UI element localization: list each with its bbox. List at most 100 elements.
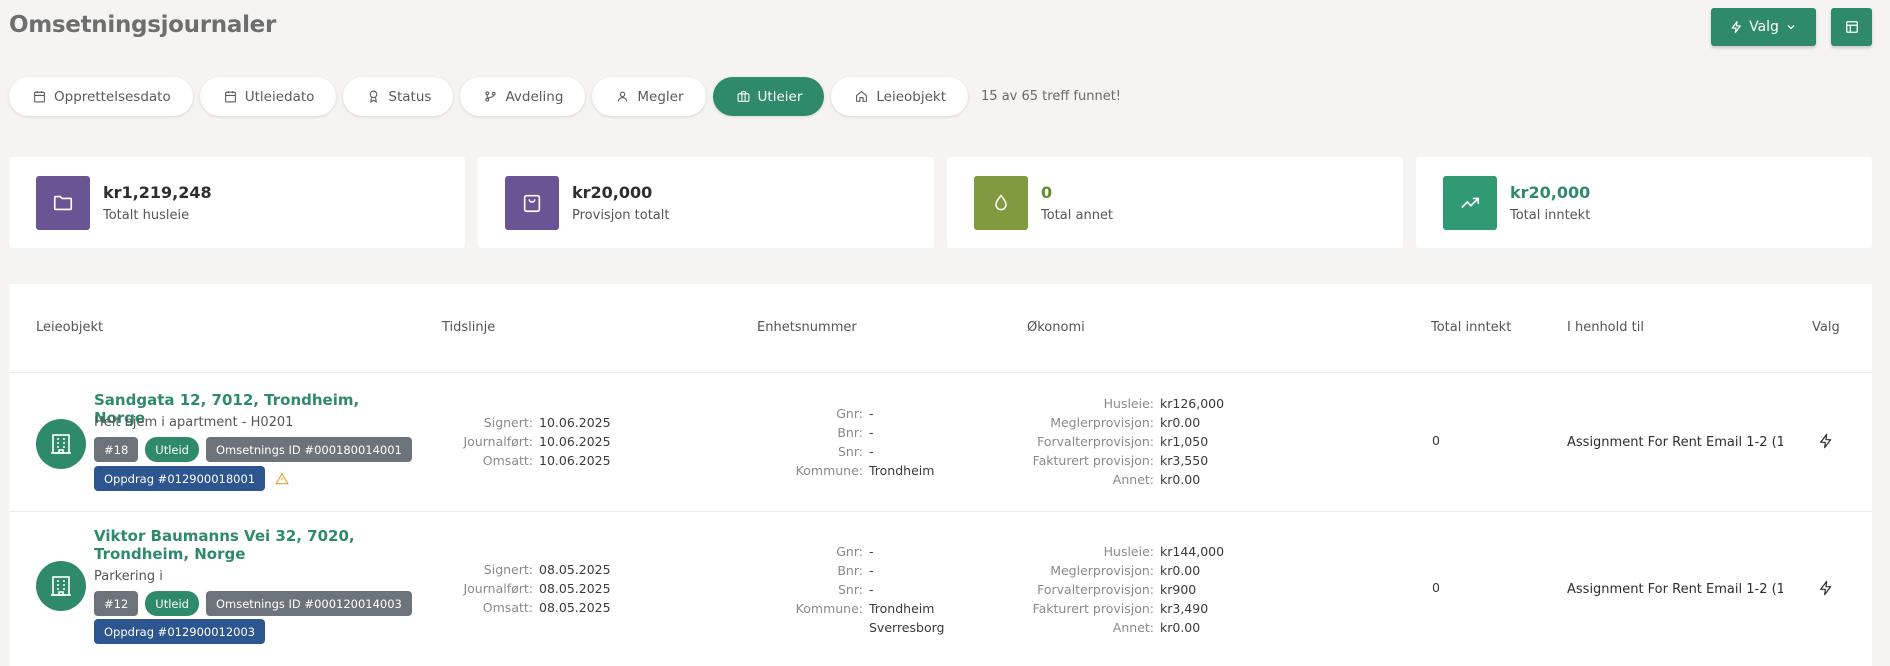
label: Forvalterprovisjon: xyxy=(1037,434,1154,449)
filter-status[interactable]: Status xyxy=(343,77,454,116)
id-badge: #18 xyxy=(94,437,139,462)
timeline: Signert: 10.06.2025 Journalført: 10.06.202… xyxy=(445,413,611,470)
bnr-value: - xyxy=(869,425,874,440)
droplet-icon xyxy=(974,175,1028,230)
status-badge: Utleid xyxy=(145,437,199,462)
row-action-button[interactable] xyxy=(1818,432,1834,454)
filter-opprettelsesdato[interactable]: Opprettelsesdato xyxy=(9,77,193,116)
snr-value: - xyxy=(869,582,874,597)
stat-label: Totalt husleie xyxy=(103,207,190,223)
user-icon xyxy=(618,91,628,102)
total-inntekt-value: 0 xyxy=(1432,433,1440,448)
label: Annet: xyxy=(1112,472,1154,487)
forvalterprovisjon-value: kr900 xyxy=(1160,582,1197,597)
label: Gnr: xyxy=(836,544,863,559)
filter-label: Status xyxy=(388,88,432,105)
stat-label: Provisjon totalt xyxy=(572,207,670,223)
warning-icon xyxy=(275,472,289,484)
oppdrag-badge[interactable]: Oppdrag #012900018001 xyxy=(94,466,266,491)
badge-row: Oppdrag #012900012003 xyxy=(94,619,266,644)
property-subtitle: Parkering i xyxy=(94,569,163,584)
result-count: 15 av 65 treff funnet! xyxy=(981,89,1122,104)
stat-card-annet: 0 Total annet xyxy=(947,157,1403,248)
col-header-okonomi[interactable]: Økonomi xyxy=(1027,320,1085,335)
id-badge: #12 xyxy=(94,591,139,616)
oppdrag-badge[interactable]: Oppdrag #012900012003 xyxy=(94,619,266,644)
folder-icon xyxy=(36,175,90,230)
filter-label: Avdeling xyxy=(505,88,564,105)
label: Bnr: xyxy=(837,425,863,440)
label: Husleie: xyxy=(1103,396,1154,411)
label: Husleie: xyxy=(1103,544,1154,559)
layout-icon xyxy=(1845,21,1858,33)
calendar-icon xyxy=(224,91,236,103)
fakturert-provisjon-value: kr3,550 xyxy=(1160,453,1209,468)
snr-value: - xyxy=(869,444,874,459)
gnr-value: - xyxy=(869,406,874,421)
stat-cards: kr1,219,248 Totalt husleie kr20,000 Prov… xyxy=(9,157,1872,248)
filter-label: Utleier xyxy=(757,88,803,105)
filter-avdeling[interactable]: Avdeling xyxy=(460,77,586,116)
label: Snr: xyxy=(838,582,863,597)
assignment-text: Assignment For Rent Email 1-2 (1) Now xyxy=(1567,582,1783,597)
label: Snr: xyxy=(838,444,863,459)
filter-label: Utleiedato xyxy=(244,88,315,105)
label: Fakturert provisjon: xyxy=(1032,453,1154,468)
bolt-icon xyxy=(1820,580,1832,596)
filter-utleiedato[interactable]: Utleiedato xyxy=(199,77,337,116)
filter-utleier[interactable]: Utleier xyxy=(712,77,825,116)
kommune-value-line2: Sverresborg xyxy=(869,620,945,635)
badge-row: #12 Utleid Omsetnings ID #000120014003 xyxy=(94,591,412,616)
label: Omsatt: xyxy=(482,453,533,468)
col-header-tidslinje[interactable]: Tidslinje xyxy=(442,320,495,335)
building-icon xyxy=(36,419,86,469)
filter-bar: Opprettelsesdato Utleiedato Status Avdel… xyxy=(9,77,1121,116)
briefcase-icon xyxy=(737,91,749,102)
col-header-enhetsnummer[interactable]: Enhetsnummer xyxy=(757,320,857,335)
signert-date: 10.06.2025 xyxy=(539,415,611,430)
stat-label: Total inntekt xyxy=(1510,207,1591,223)
layout-toggle-button[interactable] xyxy=(1831,8,1872,46)
annet-value: kr0.00 xyxy=(1160,472,1201,487)
omsetning-id-badge: Omsetnings ID #000120014003 xyxy=(205,591,412,616)
col-header-total-inntekt[interactable]: Total inntekt xyxy=(1431,320,1511,335)
label: Signert: xyxy=(483,562,533,577)
label: Signert: xyxy=(483,415,533,430)
col-header-i-henhold-til[interactable]: I henhold til xyxy=(1567,320,1644,335)
gnr-value: - xyxy=(869,544,874,559)
journalfort-date: 08.05.2025 xyxy=(539,581,611,596)
table-row: Viktor Baumanns Vei 32, 7020, Trondheim,… xyxy=(9,512,1872,666)
forvalterprovisjon-value: kr1,050 xyxy=(1160,434,1209,449)
label: Bnr: xyxy=(837,563,863,578)
fakturert-provisjon-value: kr3,490 xyxy=(1160,601,1209,616)
meglerprovisjon-value: kr0.00 xyxy=(1160,415,1201,430)
valg-button[interactable]: Valg xyxy=(1711,8,1816,46)
stat-value: kr20,000 xyxy=(572,182,653,202)
badge-row: #18 Utleid Omsetnings ID #000180014001 xyxy=(94,437,412,462)
badge-row: Oppdrag #012900018001 xyxy=(94,466,289,491)
col-header-leieobjekt[interactable]: Leieobjekt xyxy=(36,320,103,335)
label: Meglerprovisjon: xyxy=(1050,415,1154,430)
filter-label: Leieobjekt xyxy=(876,88,947,105)
label: Journalført: xyxy=(463,434,533,449)
stat-card-inntekt: kr20,000 Total inntekt xyxy=(1416,157,1872,248)
timeline: Signert: 08.05.2025 Journalført: 08.05.202… xyxy=(445,560,611,617)
filter-label: Opprettelsesdato xyxy=(54,88,171,105)
bolt-icon xyxy=(1731,20,1741,34)
row-action-button[interactable] xyxy=(1818,579,1834,601)
economy: Husleie: kr144,000 Meglerprovisjon: kr0.00… xyxy=(1029,542,1225,637)
omsatt-date: 08.05.2025 xyxy=(539,600,611,615)
husleie-value: kr144,000 xyxy=(1160,544,1225,559)
filter-megler[interactable]: Megler xyxy=(592,77,706,116)
award-icon xyxy=(370,90,378,103)
property-address-link[interactable]: Viktor Baumanns Vei 32, 7020, Trondheim,… xyxy=(94,527,414,563)
label: Fakturert provisjon: xyxy=(1032,601,1154,616)
annet-value: kr0.00 xyxy=(1160,620,1201,635)
filter-leieobjekt[interactable]: Leieobjekt xyxy=(831,77,969,116)
chevron-down-icon xyxy=(1787,25,1795,30)
stat-card-provisjon: kr20,000 Provisjon totalt xyxy=(478,157,934,248)
label: Kommune: xyxy=(795,601,863,616)
label: Forvalterprovisjon: xyxy=(1037,582,1154,597)
col-header-valg: Valg xyxy=(1812,320,1840,335)
trending-up-icon xyxy=(1443,175,1497,230)
